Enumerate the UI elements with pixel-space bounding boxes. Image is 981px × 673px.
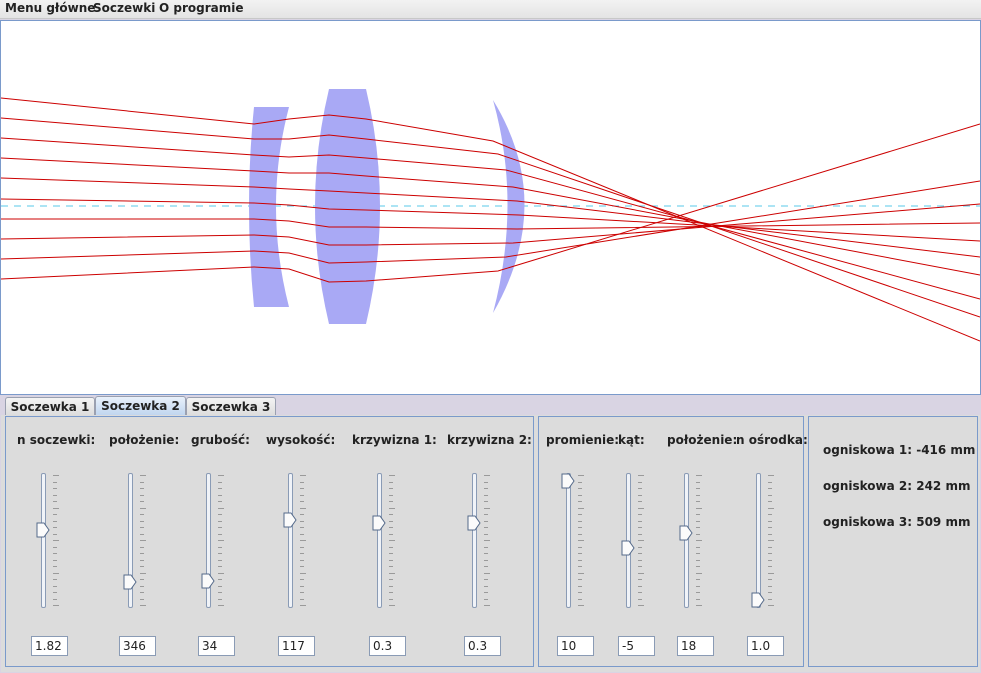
ray-6	[1, 198, 980, 242]
beam_sliders-slider-track-4[interactable]	[756, 473, 761, 608]
optics-canvas	[0, 20, 981, 395]
lens_sliders-label-2: położenie:	[109, 433, 180, 447]
beam_sliders-slider-track-1[interactable]	[566, 473, 571, 608]
lens_sliders-slider-thumb-3[interactable]	[201, 573, 215, 589]
tab-lens-1[interactable]: Soczewka 1	[5, 397, 95, 416]
tab-lens-3[interactable]: Soczewka 3	[186, 397, 276, 416]
focal-lengths-group: ogniskowa 1: -416 mm ogniskowa 2: 242 mm…	[808, 416, 978, 667]
beam-parameters-group: promienie: 10 kąt: -5 położenie: 18 n ośrodka:…	[538, 416, 808, 667]
lens_sliders-label-4: wysokość:	[266, 433, 336, 447]
beam_sliders-label-3: położenie:	[667, 433, 738, 447]
beam_sliders-slider-thumb-2[interactable]	[621, 540, 635, 556]
lens-parameters-group: n soczewki: 1.82 położenie: 346 grubość: 34 wy…	[5, 416, 534, 667]
lens_sliders-label-3: grubość:	[191, 433, 250, 447]
menu-bar: Menu główne Soczewki O programie	[0, 0, 981, 19]
ray-9	[1, 180, 980, 264]
optics-scene	[1, 89, 980, 342]
focal-length-3: ogniskowa 3: 509 mm	[823, 515, 971, 529]
beam_sliders-slider-thumb-1[interactable]	[561, 473, 575, 489]
beam_sliders-slider-thumb-3[interactable]	[679, 525, 693, 541]
lens_sliders-slider-track-6[interactable]	[472, 473, 477, 608]
menu-main[interactable]: Menu główne	[5, 1, 95, 15]
ray-7	[1, 218, 980, 230]
beam_sliders-label-1: promienie:	[546, 433, 620, 447]
lens_sliders-value-field-2[interactable]: 346	[119, 636, 156, 656]
menu-about[interactable]: O programie	[159, 1, 244, 15]
lens_sliders-value-field-5[interactable]: 0.3	[369, 636, 406, 656]
focal-length-1: ogniskowa 1: -416 mm	[823, 443, 976, 457]
beam_sliders-value-field-2[interactable]: -5	[618, 636, 655, 656]
beam_sliders-value-field-3[interactable]: 18	[677, 636, 714, 656]
lens-1-concave	[249, 107, 289, 307]
beam_sliders-value-field-4[interactable]: 1.0	[747, 636, 784, 656]
tab-lens-2[interactable]: Soczewka 2	[95, 396, 186, 417]
lens_sliders-label-6: krzywizna 2:	[447, 433, 532, 447]
lens_sliders-slider-thumb-4[interactable]	[283, 512, 297, 528]
focal-length-2: ogniskowa 2: 242 mm	[823, 479, 971, 493]
beam_sliders-label-4: n ośrodka:	[736, 433, 808, 447]
lens_sliders-slider-track-5[interactable]	[377, 473, 382, 608]
lens_sliders-slider-track-4[interactable]	[288, 473, 293, 608]
lens-2-biconvex	[315, 89, 380, 324]
beam_sliders-slider-thumb-4[interactable]	[751, 592, 765, 608]
lens_sliders-slider-thumb-6[interactable]	[467, 515, 481, 531]
lens_sliders-slider-track-1[interactable]	[41, 473, 46, 608]
lens_sliders-value-field-6[interactable]: 0.3	[464, 636, 501, 656]
lens-tabs: Soczewka 1 Soczewka 2 Soczewka 3	[0, 394, 981, 417]
light-rays	[1, 97, 980, 342]
lens_sliders-value-field-4[interactable]: 117	[278, 636, 315, 656]
lens_sliders-slider-thumb-5[interactable]	[372, 515, 386, 531]
lens_sliders-slider-thumb-1[interactable]	[36, 522, 50, 538]
lens_sliders-value-field-3[interactable]: 34	[198, 636, 235, 656]
beam_sliders-label-2: kąt:	[618, 433, 645, 447]
ray-5	[1, 177, 980, 258]
menu-lenses[interactable]: Soczewki	[93, 1, 155, 15]
lens_sliders-label-5: krzywizna 1:	[352, 433, 437, 447]
lens_sliders-value-field-1[interactable]: 1.82	[31, 636, 68, 656]
beam_sliders-value-field-1[interactable]: 10	[557, 636, 594, 656]
lens_sliders-slider-thumb-2[interactable]	[123, 574, 137, 590]
lens_sliders-label-1: n soczewki:	[17, 433, 96, 447]
